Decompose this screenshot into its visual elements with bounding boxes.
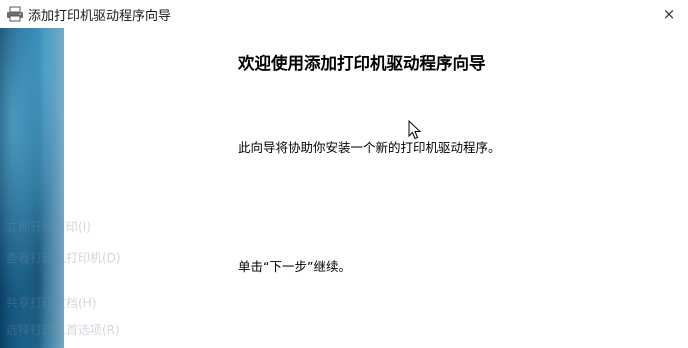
close-icon: × xyxy=(662,5,676,23)
wizard-heading: 欢迎使用添加打印机驱动程序向导 xyxy=(238,54,486,73)
background-hint-item: 查看打印机打印机(D) xyxy=(6,251,121,265)
window-title: 添加打印机驱动程序向导 xyxy=(28,9,172,24)
title-bar: 添加打印机驱动程序向导 × xyxy=(0,0,688,28)
continue-hint: 单击“下一步”继续。 xyxy=(238,259,351,274)
background-hint-item: 选择打印机首选项(R) xyxy=(6,323,120,337)
printer-icon xyxy=(6,6,24,22)
mouse-cursor-icon xyxy=(408,119,422,140)
background-hint-item: 共享打印文档(H) xyxy=(6,296,97,310)
wizard-description: 此向导将协助你安装一个新的打印机驱动程序。 xyxy=(238,140,501,155)
close-button[interactable]: × xyxy=(658,3,680,25)
background-hint-item: 立即开始打印(I) xyxy=(6,220,91,234)
